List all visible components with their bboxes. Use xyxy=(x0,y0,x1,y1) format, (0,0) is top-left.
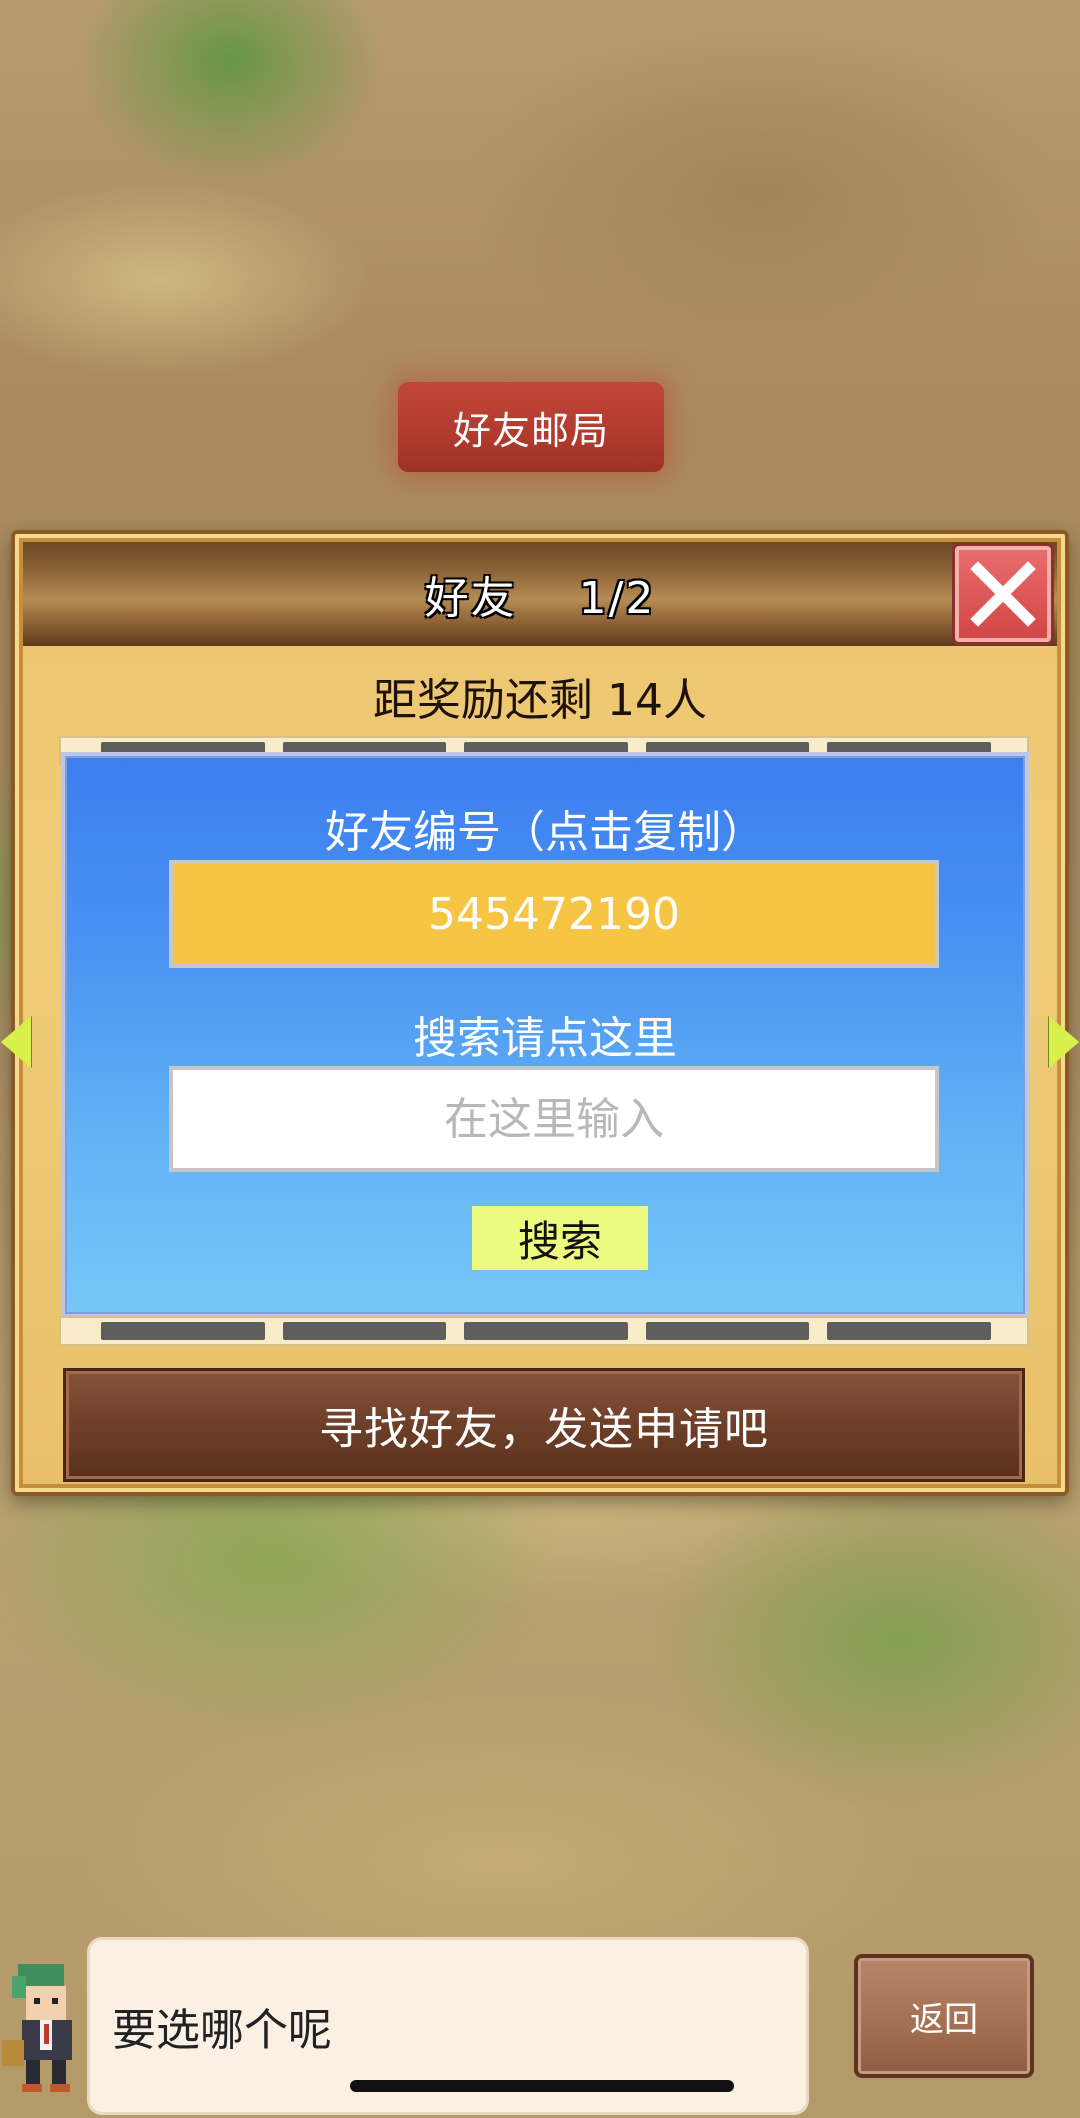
home-indicator[interactable] xyxy=(350,2080,734,2092)
friend-search-input[interactable] xyxy=(169,1066,939,1172)
prev-page-arrow-icon[interactable] xyxy=(1,1016,31,1068)
panel-title: 好友 1/2 xyxy=(424,573,656,624)
back-button[interactable]: 返回 xyxy=(854,1954,1034,2078)
search-button[interactable]: 搜索 xyxy=(472,1206,648,1270)
find-friends-button[interactable]: 寻找好友，发送申请吧 xyxy=(63,1368,1025,1482)
friends-panel: 好友 1/2 距奖励还剩 14人 好友编号（点击复制） 545472190 搜索… xyxy=(1,530,1079,1496)
friend-search-dialog: 好友编号（点击复制） 545472190 搜索请点这里 搜索 xyxy=(61,752,1029,1318)
reward-remaining-text: 距奖励还剩 14人 xyxy=(373,675,707,726)
friend-slot[interactable] xyxy=(645,1322,810,1340)
friend-slot[interactable] xyxy=(101,1322,265,1340)
friend-code-label: 好友编号（点击复制） xyxy=(325,807,765,858)
friend-slot[interactable] xyxy=(827,1322,991,1340)
friend-code-copy-button[interactable]: 545472190 xyxy=(169,860,939,968)
close-button[interactable] xyxy=(955,546,1051,642)
next-page-arrow-icon[interactable] xyxy=(1049,1016,1079,1068)
npc-character-avatar xyxy=(2,1964,72,2092)
close-x-icon xyxy=(970,561,1036,627)
search-label: 搜索请点这里 xyxy=(413,1013,677,1064)
friend-slot[interactable] xyxy=(464,1322,628,1340)
friend-slot[interactable] xyxy=(282,1322,447,1340)
panel-header: 好友 1/2 xyxy=(23,542,1057,646)
friend-post-office-sign[interactable]: 好友邮局 xyxy=(398,382,664,472)
friend-slot-strip-bottom xyxy=(59,1316,1029,1346)
